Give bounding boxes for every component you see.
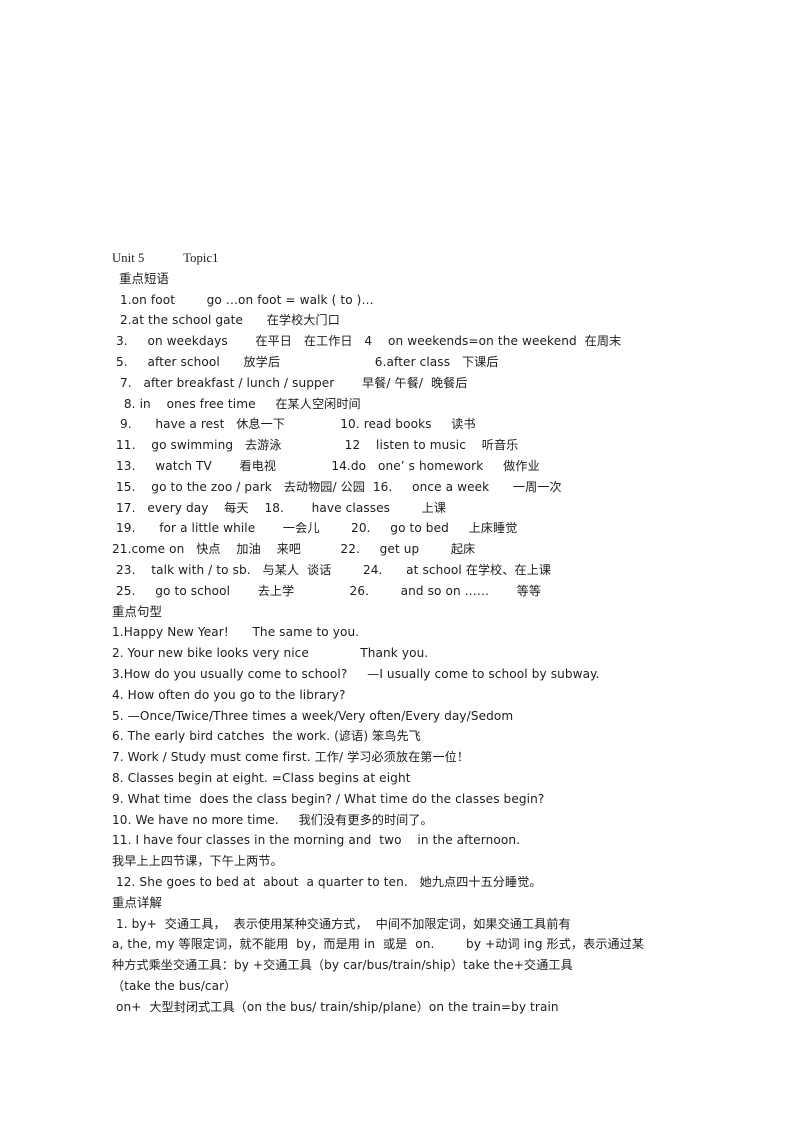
phrase-line: 25. go to school 去上学 26. and so on …… 等等 (116, 583, 542, 598)
phrase-line: 15. go to the zoo / park 去动物园/ 公园 16. on… (116, 479, 562, 494)
phrase-line: 13. watch TV 看电视 14.do one’ s homework 做… (116, 458, 540, 473)
sentence-translation-line: 我早上上四节课，下午上两节。 (112, 854, 283, 869)
phrase-line: 11. go swimming 去游泳 12 listen to music 听… (116, 438, 519, 453)
document-title-line: Unit 5 Topic1 (112, 251, 219, 265)
explanation-line: on+ 大型封闭式工具（on the bus/ train/ship/plane… (112, 999, 559, 1014)
document-page: Unit 5 Topic1 重点短语 1.on foot go …on foot… (0, 0, 800, 1132)
phrase-line: 2.at the school gate 在学校大门口 (116, 313, 340, 328)
section-heading-key-sentences: 重点句型 (112, 603, 162, 619)
explanation-line: （take the bus/car） (112, 978, 237, 993)
sentence-line: 6. The early bird catches the work. (谚语)… (112, 729, 421, 744)
sentence-line: 3.How do you usually come to school? —I … (112, 666, 600, 681)
phrase-line: 7. after breakfast / lunch / supper 早餐/ … (116, 375, 468, 390)
sentence-line: 2. Your new bike looks very nice Thank y… (112, 646, 429, 661)
sentence-line: 5. —Once/Twice/Three times a week/Very o… (112, 708, 514, 723)
phrase-line: 8. in ones free time 在某人空闲时间 (116, 396, 361, 411)
explanation-line: 1. by+ 交通工具， 表示使用某种交通方式， 中间不加限定词，如果交通工具前… (112, 916, 571, 931)
sentence-line: 7. Work / Study must come first. 工作/ 学习必… (112, 750, 470, 765)
sentence-line: 9. What time does the class begin? / Wha… (112, 791, 545, 806)
explanation-line: 种方式乘坐交通工具：by +交通工具（by car/bus/train/ship… (112, 958, 573, 973)
sentence-line: 11. I have four classes in the morning a… (112, 833, 521, 848)
sentence-line: 1.Happy New Year! The same to you. (112, 625, 360, 640)
document-body: Unit 5 Topic1 重点短语 1.on foot go …on foot… (0, 248, 800, 1017)
sentence-line: 8. Classes begin at eight. =Class begins… (112, 770, 411, 785)
phrase-line: 21.come on 快点 加油 来吧 22. get up 起床 (112, 542, 476, 557)
sentence-line: 10. We have no more time. 我们没有更多的时间了。 (112, 812, 433, 827)
section-heading-key-phrases: 重点短语 (119, 270, 169, 286)
phrase-line: 3. on weekdays 在平日 在工作日 4 on weekends=on… (116, 334, 622, 349)
sentence-line: 4. How often do you go to the library? (112, 687, 346, 702)
phrase-line: 5. after school 放学后 6.after class 下课后 (116, 354, 499, 369)
sentence-line: 12. She goes to bed at about a quarter t… (112, 874, 542, 889)
phrase-line: 9. have a rest 休息一下 10. read books 读书 (116, 417, 476, 432)
phrase-line: 19. for a little while 一会儿 20. go to bed… (116, 521, 518, 536)
section-heading-key-explanations: 重点详解 (112, 894, 162, 910)
phrase-line: 1.on foot go …on foot = walk ( to )… (116, 292, 374, 307)
phrase-line: 23. talk with / to sb. 与某人 谈话 24. at sch… (116, 562, 552, 577)
explanation-line: a, the, my 等限定词，就不能用 by，而是用 in 或是 on. by… (112, 937, 645, 952)
phrase-line: 17. every day 每天 18. have classes 上课 (116, 500, 447, 515)
